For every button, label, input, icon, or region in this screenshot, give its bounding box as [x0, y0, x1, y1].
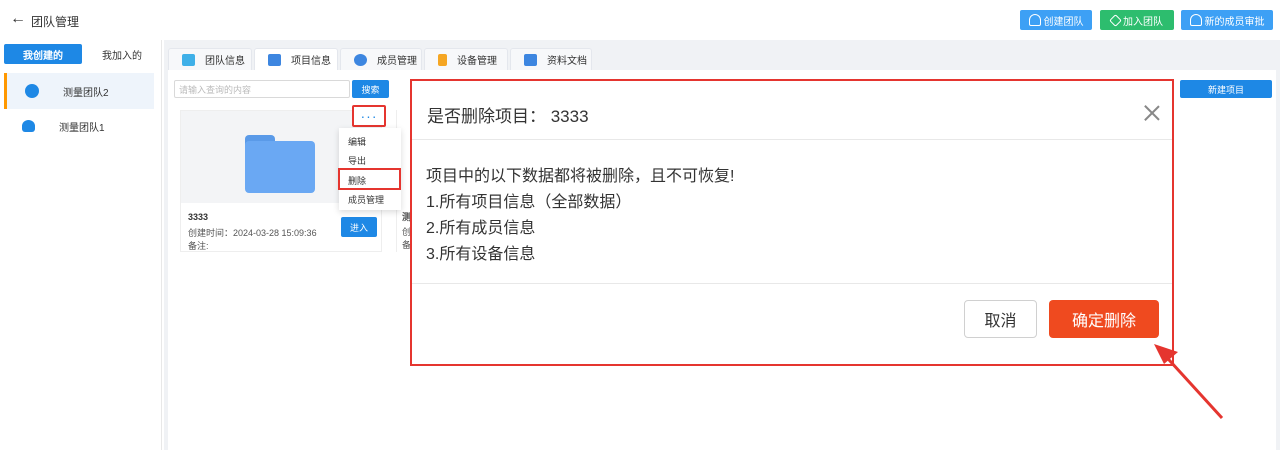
dialog-divider — [412, 139, 1172, 140]
dialog-divider — [412, 283, 1172, 284]
enter-project-button[interactable]: 进入 — [341, 217, 377, 237]
project-note: 备注: — [188, 241, 209, 251]
new-member-approval-label: 新的成员审批 — [1204, 16, 1265, 28]
tab-label: 项目信息 — [291, 56, 331, 67]
project-name-partial: 测 — [402, 212, 410, 222]
create-team-button[interactable]: 创建团队 — [1020, 10, 1092, 30]
page-header: ← 团队管理 创建团队 加入团队 新的成员审批 — [0, 0, 1280, 40]
docs-icon — [524, 53, 537, 66]
menu-item-export[interactable]: 导出 — [348, 154, 366, 167]
user-add-icon — [1028, 14, 1041, 26]
close-icon[interactable] — [1144, 105, 1160, 121]
tab-created-by-me[interactable]: 我创建的 — [4, 44, 82, 64]
menu-item-member-management[interactable]: 成员管理 — [348, 193, 384, 206]
tab-label: 资料文档 — [547, 56, 587, 67]
project-note-partial: 备 — [402, 240, 410, 250]
team-name: 测量团队2 — [63, 87, 109, 99]
dialog-item-2: 2.所有成员信息 — [426, 220, 536, 237]
tab-device-management[interactable]: 设备管理 — [424, 48, 508, 70]
delete-confirm-dialog: 是否删除项目： 3333 项目中的以下数据都将被删除，且不可恢复! 1.所有项目… — [410, 79, 1174, 366]
dialog-item-3: 3.所有设备信息 — [426, 246, 536, 263]
arrow-left-icon[interactable]: ← — [10, 11, 26, 27]
create-team-label: 创建团队 — [1043, 16, 1084, 28]
search-input[interactable]: 请输入查询的内容 — [174, 80, 350, 98]
new-project-button[interactable]: 新建项目 — [1180, 80, 1272, 98]
project-created-partial: 创 — [402, 227, 410, 237]
tab-label: 团队信息 — [205, 56, 245, 67]
members-icon — [354, 53, 367, 66]
sidebar-tabs: 我创建的 我加入的 — [4, 44, 160, 64]
search-button[interactable]: 搜索 — [352, 80, 389, 98]
sidebar-item-team-2[interactable]: 测量团队2 — [4, 73, 154, 109]
folder-icon — [268, 53, 281, 66]
tab-joined[interactable]: 我加入的 — [84, 44, 160, 64]
menu-item-edit[interactable]: 编辑 — [348, 135, 366, 148]
more-actions-button[interactable]: ··· — [352, 105, 386, 127]
tab-member-management[interactable]: 成员管理 — [340, 48, 422, 70]
join-team-label: 加入团队 — [1123, 16, 1163, 28]
tab-label: 成员管理 — [377, 56, 417, 67]
annotation-arrow-icon — [1154, 344, 1224, 420]
dialog-title: 是否删除项目： 3333 — [427, 107, 589, 126]
tag-icon — [1109, 13, 1122, 27]
tab-team-info[interactable]: 团队信息 — [168, 48, 252, 70]
project-created-time: 创建时间：2024-03-28 15:09:36 — [188, 228, 317, 238]
project-name: 3333 — [188, 212, 209, 222]
team-info-icon — [182, 53, 195, 66]
dialog-item-1: 1.所有项目信息（全部数据） — [426, 194, 632, 211]
dialog-warning-text: 项目中的以下数据都将被删除，且不可恢复! — [426, 168, 735, 185]
user-check-icon — [1189, 14, 1202, 26]
team-icon — [25, 84, 39, 98]
tab-label: 设备管理 — [457, 56, 497, 67]
delete-highlight-box — [338, 168, 401, 190]
cancel-button[interactable]: 取消 — [964, 300, 1037, 338]
user-icon — [22, 120, 35, 132]
team-name: 测量团队1 — [59, 122, 105, 134]
folder-icon — [245, 135, 315, 193]
join-team-button[interactable]: 加入团队 — [1100, 10, 1174, 30]
new-member-approval-button[interactable]: 新的成员审批 — [1181, 10, 1273, 30]
tab-documents[interactable]: 资料文档 — [510, 48, 592, 70]
page-title: 团队管理 — [31, 15, 80, 29]
tab-project-info[interactable]: 项目信息 — [254, 48, 338, 70]
team-sidebar: 我创建的 我加入的 测量团队2 测量团队1 — [0, 40, 162, 450]
device-icon — [438, 53, 447, 66]
sidebar-item-team-1[interactable]: 测量团队1 — [4, 108, 154, 144]
